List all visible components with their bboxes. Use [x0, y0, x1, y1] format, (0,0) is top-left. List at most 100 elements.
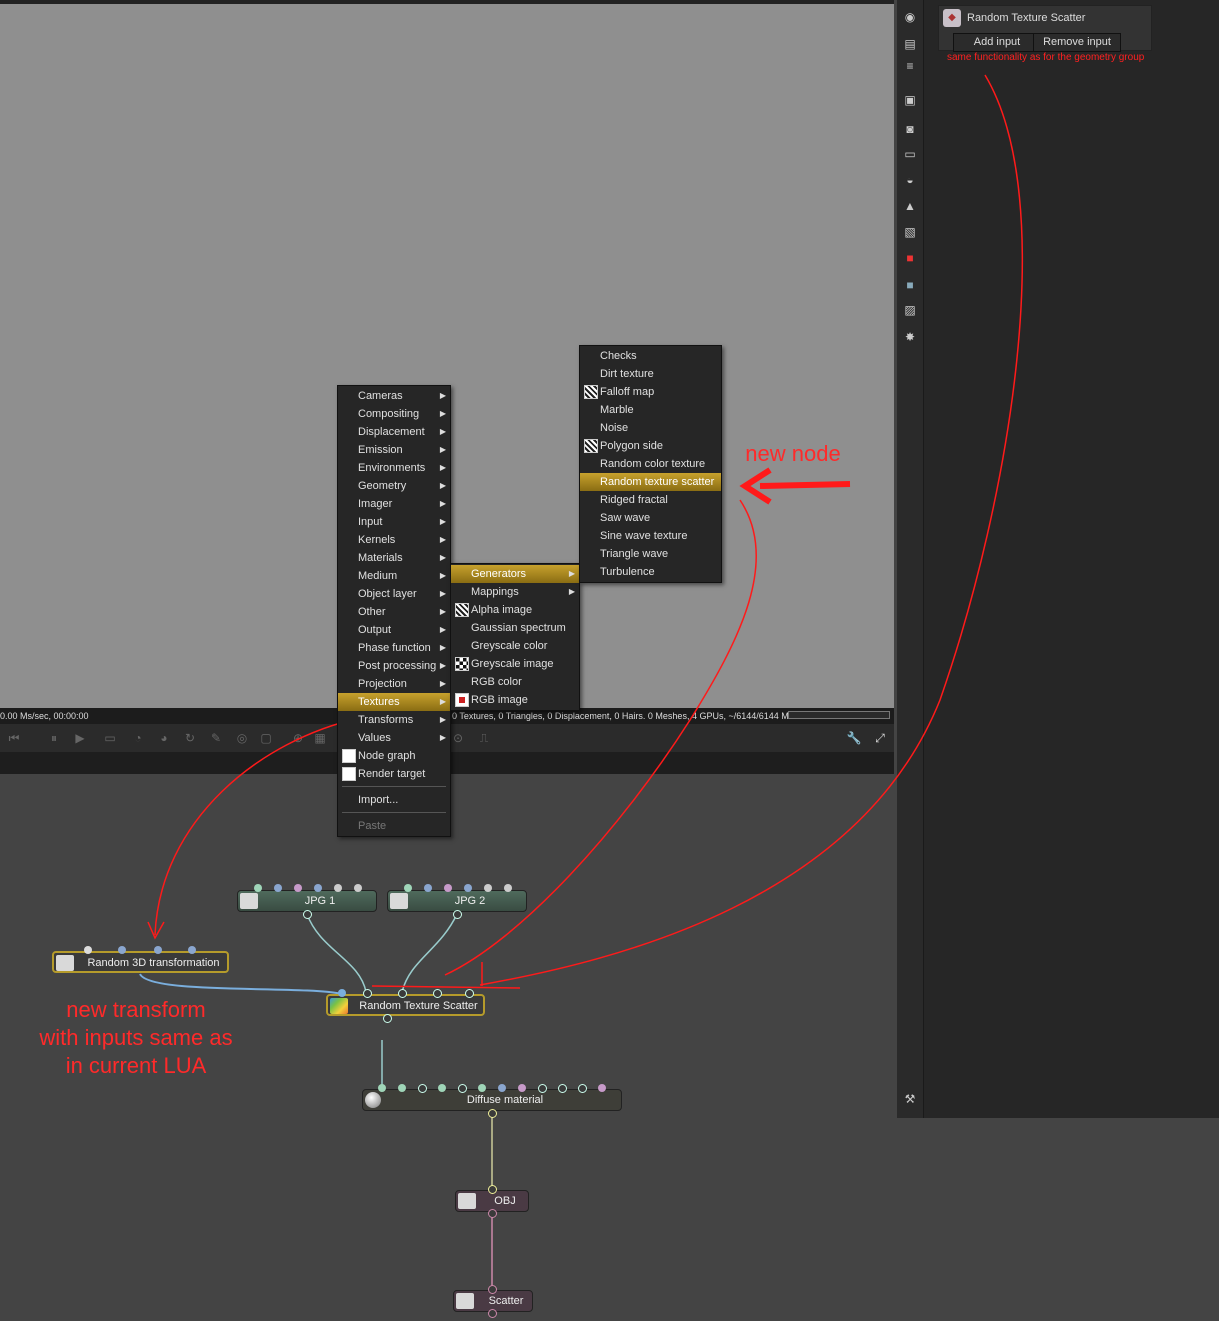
menu-item-environments[interactable]: Environments ▶	[338, 459, 450, 477]
node-pin[interactable]	[444, 884, 452, 892]
node-pin[interactable]	[488, 1185, 497, 1194]
menu-item-label: Import...	[358, 794, 399, 806]
menu-item-kernels[interactable]: Kernels ▶	[338, 531, 450, 549]
node-pin[interactable]	[188, 946, 196, 954]
node-pin[interactable]	[598, 1084, 606, 1092]
menu-item-geometry[interactable]: Geometry ▶	[338, 477, 450, 495]
menu-item-label: Other	[358, 606, 386, 618]
node-pin[interactable]	[488, 1109, 497, 1118]
node-pin[interactable]	[378, 1084, 386, 1092]
node-pin[interactable]	[383, 1014, 392, 1023]
node-pin[interactable]	[334, 884, 342, 892]
node-pin[interactable]	[118, 946, 126, 954]
generators-item-dirt-texture[interactable]: Dirt texture	[580, 365, 721, 383]
node-label: JPG 1	[304, 895, 336, 907]
menu-item-imager[interactable]: Imager ▶	[338, 495, 450, 513]
node-pin[interactable]	[418, 1084, 427, 1093]
generators-item-marble[interactable]: Marble	[580, 401, 721, 419]
node-pin[interactable]	[363, 989, 372, 998]
node-pin[interactable]	[488, 1209, 497, 1218]
node-pin[interactable]	[488, 1309, 497, 1318]
node-pin[interactable]	[398, 1084, 406, 1092]
textures-item-generators[interactable]: Generators ▶	[451, 565, 579, 583]
image-node-icon	[390, 893, 408, 909]
menu-item-values[interactable]: Values ▶	[338, 729, 450, 747]
menu-item-node-graph[interactable]: Node graph	[338, 747, 450, 765]
submenu-arrow-icon: ▶	[568, 569, 575, 578]
node-pin[interactable]	[294, 884, 302, 892]
textures-item-rgb-color[interactable]: RGB color	[451, 673, 579, 691]
menu-item-output[interactable]: Output ▶	[338, 621, 450, 639]
menu-item-label: Compositing	[358, 408, 420, 420]
node-pin[interactable]	[254, 884, 262, 892]
node-pin[interactable]	[84, 946, 92, 954]
node-pin[interactable]	[464, 884, 472, 892]
generators-item-noise[interactable]: Noise	[580, 419, 721, 437]
node-pin[interactable]	[398, 989, 407, 998]
generators-item-falloff-map[interactable]: Falloff map	[580, 383, 721, 401]
menu-item-post-processing[interactable]: Post processing ▶	[338, 657, 450, 675]
menu-item-paste[interactable]: Paste	[338, 817, 450, 835]
node-pin[interactable]	[465, 989, 474, 998]
menu-item-textures[interactable]: Textures ▶	[338, 693, 450, 711]
menu-item-projection[interactable]: Projection ▶	[338, 675, 450, 693]
node-jpg-2[interactable]: JPG 2	[387, 890, 527, 912]
menu-item-render-target[interactable]: Render target	[338, 765, 450, 783]
textures-item-gaussian-spectrum[interactable]: Gaussian spectrum	[451, 619, 579, 637]
node-pin[interactable]	[504, 884, 512, 892]
menu-item-import[interactable]: Import...	[338, 791, 450, 809]
node-pin[interactable]	[558, 1084, 567, 1093]
node-pin[interactable]	[314, 884, 322, 892]
node-pin[interactable]	[484, 884, 492, 892]
menu-item-phase-function[interactable]: Phase function ▶	[338, 639, 450, 657]
node-random-texture-scatter[interactable]: Random Texture Scatter	[326, 994, 485, 1016]
node-pin[interactable]	[338, 989, 346, 997]
node-pin[interactable]	[578, 1084, 587, 1093]
node-pin[interactable]	[498, 1084, 506, 1092]
node-pin[interactable]	[478, 1084, 486, 1092]
node-jpg-1[interactable]: JPG 1	[237, 890, 377, 912]
generators-item-saw-wave[interactable]: Saw wave	[580, 509, 721, 527]
generators-item-checks[interactable]: Checks	[580, 347, 721, 365]
textures-item-greyscale-color[interactable]: Greyscale color	[451, 637, 579, 655]
textures-item-mappings[interactable]: Mappings ▶	[451, 583, 579, 601]
textures-item-rgb-image[interactable]: RGB image	[451, 691, 579, 709]
menu-item-cameras[interactable]: Cameras ▶	[338, 387, 450, 405]
generators-item-triangle-wave[interactable]: Triangle wave	[580, 545, 721, 563]
node-random-3d-transformation[interactable]: Random 3D transformation	[52, 951, 229, 973]
node-pin[interactable]	[453, 910, 462, 919]
menu-item-label: Paste	[358, 820, 387, 832]
submenu-arrow-icon: ▶	[439, 427, 446, 436]
node-pin[interactable]	[538, 1084, 547, 1093]
generators-item-polygon-side[interactable]: Polygon side	[580, 437, 721, 455]
menu-item-emission[interactable]: Emission ▶	[338, 441, 450, 459]
node-pin[interactable]	[303, 910, 312, 919]
node-pin[interactable]	[438, 1084, 446, 1092]
menu-item-medium[interactable]: Medium ▶	[338, 567, 450, 585]
node-pin[interactable]	[274, 884, 282, 892]
generators-item-random-color-texture[interactable]: Random color texture	[580, 455, 721, 473]
generators-item-ridged-fractal[interactable]: Ridged fractal	[580, 491, 721, 509]
menu-item-object-layer[interactable]: Object layer ▶	[338, 585, 450, 603]
menu-item-transforms[interactable]: Transforms ▶	[338, 711, 450, 729]
node-pin[interactable]	[154, 946, 162, 954]
node-pin[interactable]	[488, 1285, 497, 1294]
node-pin[interactable]	[424, 884, 432, 892]
node-pin[interactable]	[458, 1084, 467, 1093]
menu-item-input[interactable]: Input ▶	[338, 513, 450, 531]
textures-item-alpha-image[interactable]: Alpha image	[451, 601, 579, 619]
node-pin[interactable]	[518, 1084, 526, 1092]
node-pin[interactable]	[354, 884, 362, 892]
node-pin[interactable]	[404, 884, 412, 892]
textures-item-greyscale-image[interactable]: Greyscale image	[451, 655, 579, 673]
menu-item-materials[interactable]: Materials ▶	[338, 549, 450, 567]
generators-item-turbulence[interactable]: Turbulence	[580, 563, 721, 581]
node-pin[interactable]	[433, 989, 442, 998]
menu-item-compositing[interactable]: Compositing ▶	[338, 405, 450, 423]
menu-item-other[interactable]: Other ▶	[338, 603, 450, 621]
generators-item-random-texture-scatter[interactable]: Random texture scatter	[580, 473, 721, 491]
menu-item-label: Textures	[358, 696, 400, 708]
menu-item-label: Displacement	[358, 426, 425, 438]
menu-item-displacement[interactable]: Displacement ▶	[338, 423, 450, 441]
generators-item-sine-wave-texture[interactable]: Sine wave texture	[580, 527, 721, 545]
